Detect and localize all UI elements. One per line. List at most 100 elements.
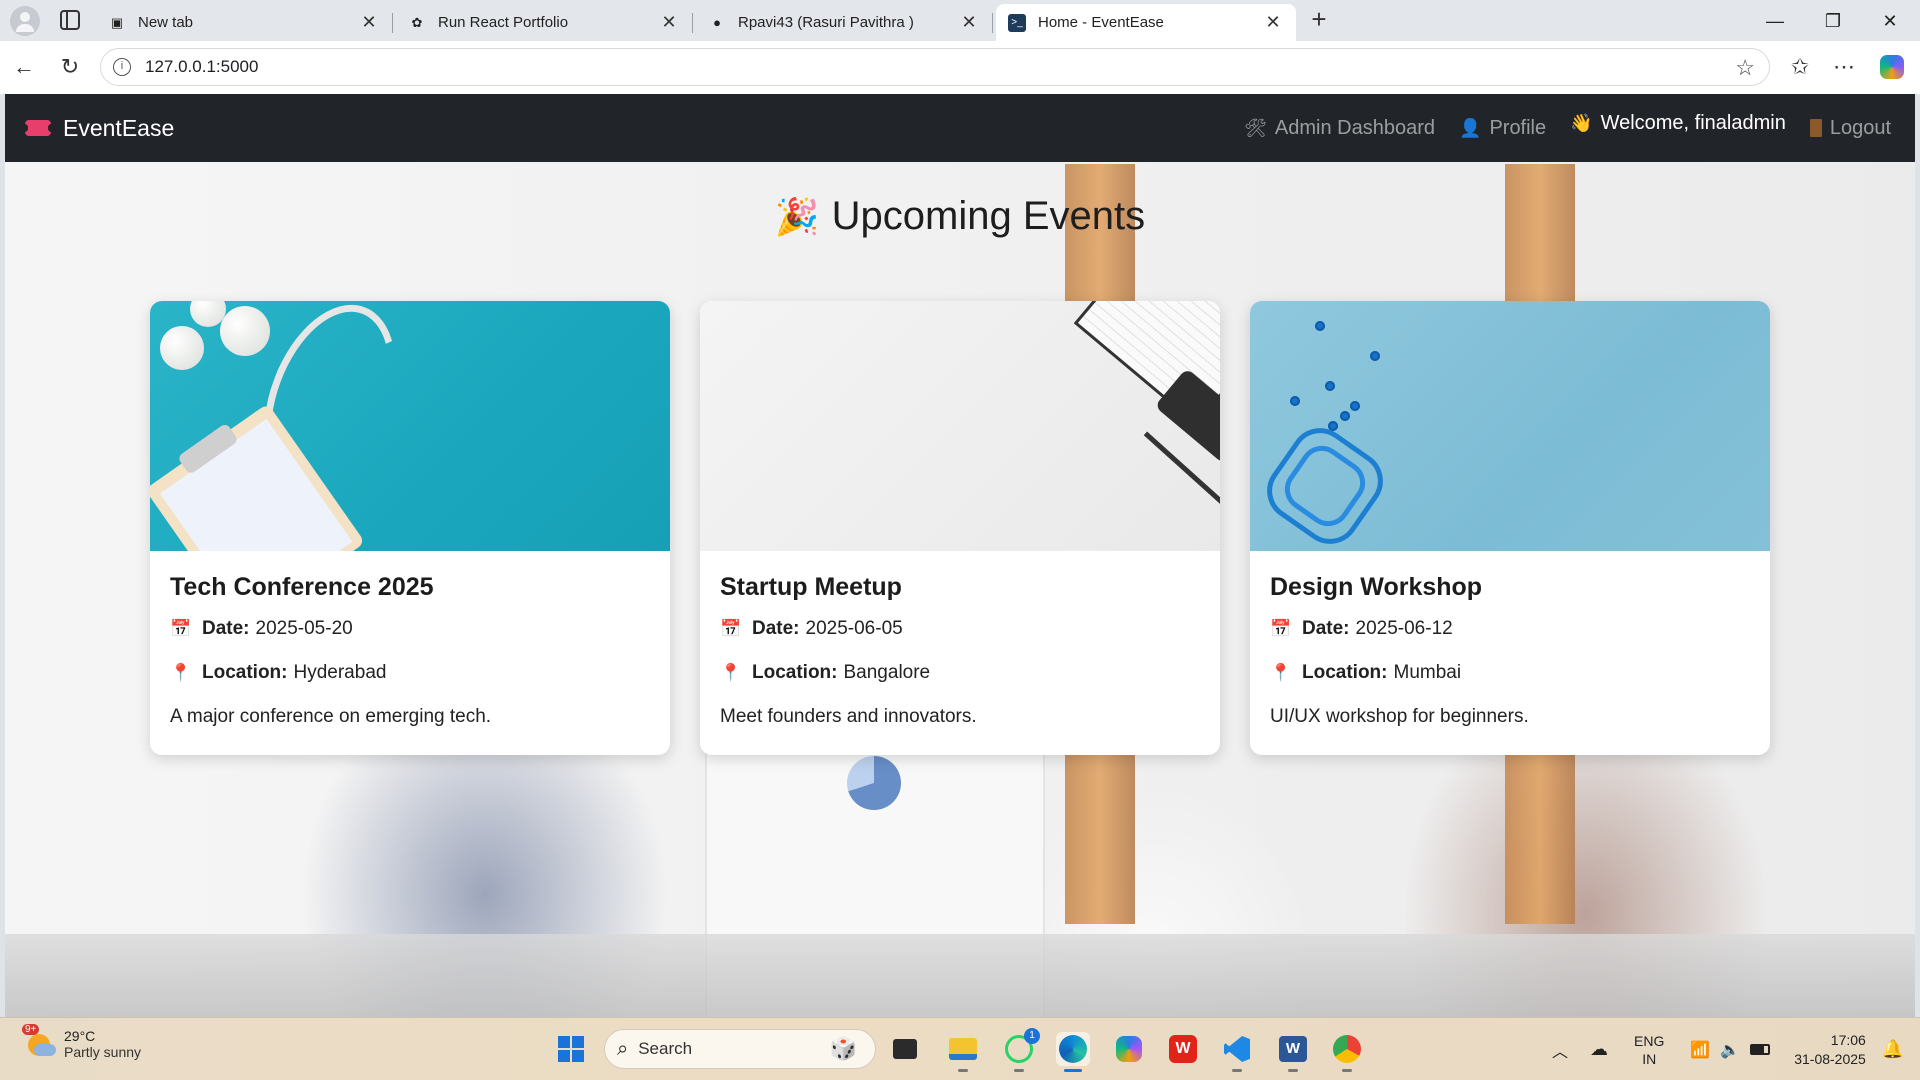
site-info-icon[interactable]: i [113,58,131,76]
event-card[interactable]: Startup Meetup 📅 Date: 2025-06-05 📍 Loca… [700,301,1220,755]
profile-label: Profile [1489,116,1547,139]
tab-title: Run React Portfolio [438,14,569,31]
whatsapp-icon[interactable]: 1 [1002,1028,1040,1072]
weather-condition: Partly sunny [64,1044,142,1060]
windows-icon [558,1036,584,1062]
user-icon: 👤 [1459,117,1482,138]
event-location-value: Mumbai [1393,662,1462,683]
calendar-icon: 📅 [1270,619,1292,638]
event-date-value: 2025-05-20 [255,618,353,639]
tab-actions-icon[interactable] [60,10,80,30]
map-pin-icon: 📍 [1270,663,1292,682]
welcome-text: Welcome, finaladmin [1600,111,1786,134]
partly-sunny-icon: 9+ [22,1024,56,1060]
edge-icon[interactable] [1056,1032,1090,1072]
admin-dashboard-link[interactable]: 🛠 Admin Dashboard [1244,117,1435,140]
taskbar: 9+ 29°C Partly sunny ⌕ Search 🎲 1 W W ︿ … [0,1017,1920,1080]
door-icon [1809,119,1822,137]
back-arrow-icon[interactable]: ← [8,51,40,83]
task-view-icon[interactable] [888,1032,922,1066]
tab-title: New tab [138,14,194,31]
language-indicator[interactable]: ENG IN [1634,1032,1664,1068]
tab-github[interactable]: ● Rpavi43 (Rasuri Pavithra ) ✕ [696,4,993,41]
copilot-icon[interactable] [1876,51,1908,83]
restore-icon[interactable]: ❐ [1805,4,1861,38]
weather-badge: 9+ [22,1024,40,1035]
brand-name: EventEase [63,114,175,141]
volume-icon[interactable]: 🔈 [1720,1040,1740,1060]
address-url: 127.0.0.1:5000 [145,57,259,76]
event-date: 📅 Date: 2025-06-12 [1270,618,1453,639]
profile-avatar-icon[interactable] [10,6,40,36]
window-close-icon[interactable]: ✕ [1862,4,1918,38]
event-description: UI/UX workshop for beginners. [1270,706,1529,727]
map-pin-icon: 📍 [720,663,742,682]
chevron-up-icon[interactable]: ︿ [1552,1038,1568,1062]
event-date: 📅 Date: 2025-06-05 [720,618,903,639]
copilot-app-icon[interactable] [1112,1032,1146,1066]
logout-label: Logout [1829,116,1891,139]
close-icon[interactable]: ✕ [658,12,680,34]
profile-link[interactable]: 👤 Profile [1459,117,1546,140]
search-icon: ⌕ [617,1037,629,1060]
search-highlight-icon: 🎲 [829,1036,857,1061]
vscode-icon[interactable] [1220,1032,1254,1072]
event-image [150,301,670,551]
wps-office-icon[interactable]: W [1166,1032,1200,1066]
event-location-value: Bangalore [843,662,931,683]
calendar-icon: 📅 [170,619,192,638]
event-image [700,301,1220,551]
event-date: 📅 Date: 2025-05-20 [170,618,353,639]
weather-widget[interactable]: 9+ 29°C Partly sunny [22,1024,142,1060]
navbar-brand[interactable]: EventEase [22,114,175,142]
more-menu-icon[interactable]: ⋯ [1828,51,1860,83]
word-icon[interactable]: W [1276,1032,1310,1072]
map-pin-icon: 📍 [170,663,192,682]
event-location: 📍 Location: Hyderabad [170,662,387,683]
event-card[interactable]: Tech Conference 2025 📅 Date: 2025-05-20 … [150,301,670,755]
weather-temperature: 29°C [64,1028,96,1044]
favorites-icon[interactable]: ✩ [1784,51,1816,83]
clock[interactable]: 17:06 31-08-2025 [1794,1031,1866,1069]
event-title: Design Workshop [1270,573,1483,601]
file-explorer-icon[interactable] [946,1032,980,1072]
github-icon: ● [713,15,721,30]
close-icon[interactable]: ✕ [358,12,380,34]
taskbar-search[interactable]: ⌕ Search 🎲 [604,1029,876,1069]
event-image [1250,301,1770,551]
minimize-icon[interactable]: — [1747,4,1803,38]
notification-bell-icon[interactable]: 🔔 [1882,1039,1904,1060]
event-date-value: 2025-06-12 [1355,618,1453,639]
tools-icon: 🛠 [1244,117,1267,138]
event-date-value: 2025-06-05 [805,618,903,639]
event-description: Meet founders and innovators. [720,706,977,727]
page-viewport: EventEase 🛠 Admin Dashboard 👤 Profile 👋 … [5,94,1915,1017]
welcome-message: 👋 Welcome, finaladmin [1570,112,1786,135]
wifi-icon[interactable]: 📶 [1690,1040,1710,1060]
close-icon[interactable]: ✕ [958,12,980,34]
chrome-icon[interactable] [1330,1032,1364,1072]
system-tray: ︿ ☁ ENG IN 📶 🔈 17:06 31-08-2025 🔔 [1552,1018,1904,1080]
reload-icon[interactable]: ↻ [54,51,86,83]
whatsapp-badge: 1 [1024,1028,1040,1044]
address-bar[interactable]: i 127.0.0.1:5000 ☆ [100,48,1770,86]
star-icon[interactable]: ☆ [1735,55,1755,81]
tab-new-tab[interactable]: ▣ New tab ✕ [96,4,393,41]
battery-icon[interactable] [1750,1044,1771,1055]
event-card[interactable]: Design Workshop 📅 Date: 2025-06-12 📍 Loc… [1250,301,1770,755]
new-tab-button[interactable]: + [1305,6,1333,34]
search-placeholder: Search [638,1039,693,1058]
tab-run-react-portfolio[interactable]: ✿ Run React Portfolio ✕ [396,4,693,41]
tab-home-eventease[interactable]: >_ Home - EventEase ✕ [996,4,1296,41]
close-icon[interactable]: ✕ [1262,12,1284,34]
browser-tab-strip: ▣ New tab ✕ ✿ Run React Portfolio ✕ ● Rp… [0,0,1920,41]
event-title: Startup Meetup [720,573,902,601]
waving-hand-icon: 👋 [1570,112,1593,133]
start-button[interactable] [554,1032,588,1066]
tab-title: Home - EventEase [1038,14,1164,31]
party-popper-icon: 🎉 [774,195,820,237]
calendar-icon: 📅 [720,619,742,638]
onedrive-cloud-icon[interactable]: ☁ [1590,1039,1608,1060]
new-tab-icon: ▣ [110,14,124,30]
logout-link[interactable]: Logout [1809,116,1891,140]
